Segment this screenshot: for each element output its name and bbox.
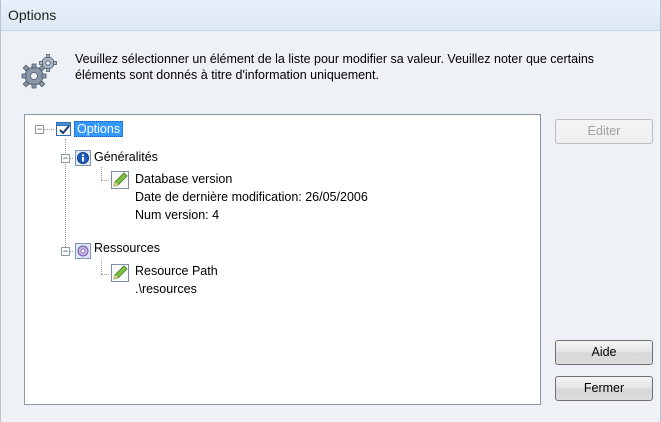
options-tree[interactable]: − Options − Généralités Database version…	[24, 114, 541, 405]
gears-icon	[21, 54, 57, 89]
info-icon	[75, 150, 91, 166]
edit-button[interactable]: Editer	[555, 119, 653, 144]
tree-connector	[101, 259, 102, 274]
tree-connector	[44, 129, 54, 130]
database-num-version-detail: Num version: 4	[135, 208, 220, 222]
help-button[interactable]: Aide	[555, 340, 653, 365]
tree-connector	[101, 167, 102, 180]
instruction-text: Veuillez sélectionner un élément de la l…	[75, 52, 595, 82]
resource-path-value: .\resources	[135, 282, 197, 296]
database-date-detail: Date de dernière modification: 26/05/200…	[135, 190, 368, 204]
tree-node-resource-path[interactable]: Resource Path	[135, 264, 218, 278]
options-dialog: Options Veuillez sélectionner un élément…	[0, 0, 661, 422]
tree-connector	[101, 180, 109, 181]
tree-node-options[interactable]: Options	[74, 121, 124, 137]
collapse-toggle-general[interactable]: −	[61, 154, 70, 163]
close-button[interactable]: Fermer	[555, 376, 653, 401]
window-title: Options	[8, 7, 57, 23]
collapse-toggle-options[interactable]: −	[35, 125, 44, 134]
title-bar[interactable]: Options	[1, 0, 660, 31]
tree-node-database-version[interactable]: Database version	[135, 172, 232, 186]
edit-document-icon	[111, 264, 129, 282]
edit-document-icon	[111, 171, 129, 189]
tree-node-general[interactable]: Généralités	[94, 150, 158, 164]
checkbox-window-icon	[56, 122, 71, 136]
collapse-toggle-resources[interactable]: −	[61, 247, 70, 256]
tree-node-resources[interactable]: Ressources	[94, 241, 160, 255]
resources-icon	[75, 243, 91, 259]
tree-connector	[101, 274, 109, 275]
